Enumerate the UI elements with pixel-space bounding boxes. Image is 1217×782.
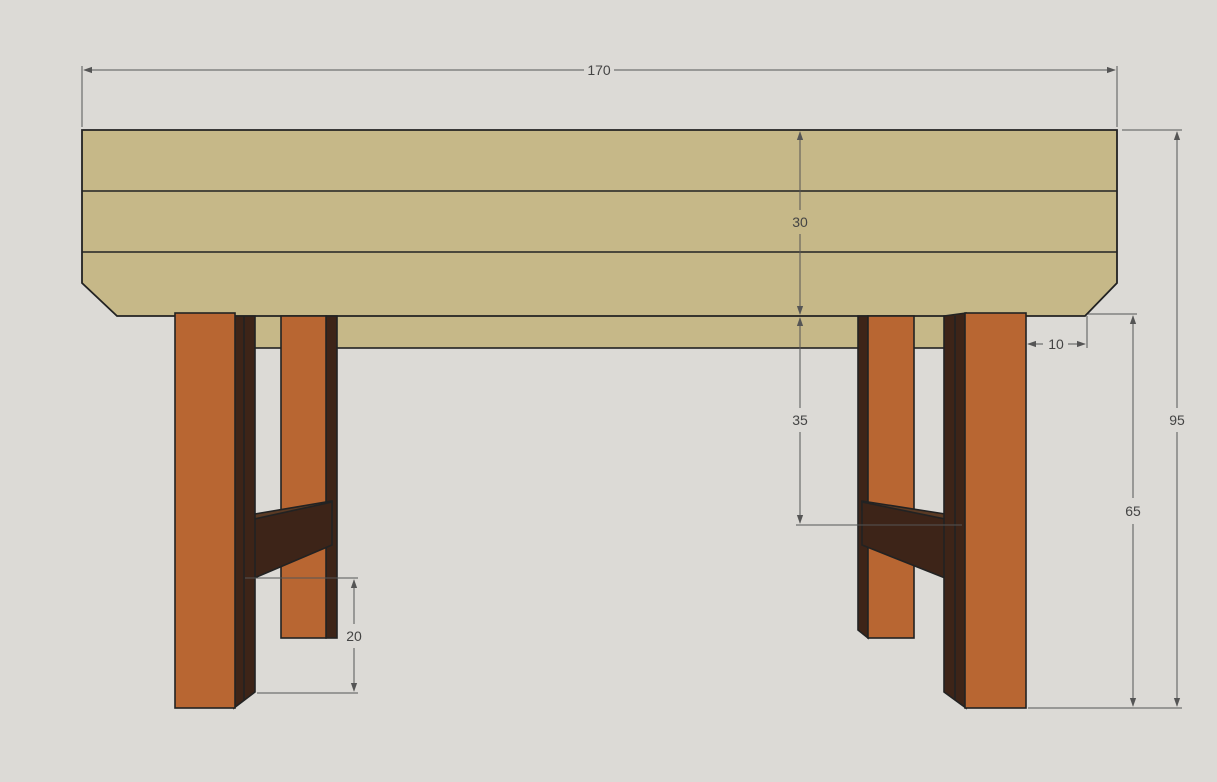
leg-height-label: 65	[1125, 503, 1141, 519]
overall-width-label: 170	[587, 62, 611, 78]
dimension-overall-height: 95	[1122, 129, 1185, 707]
stretcher-height-label: 35	[792, 412, 808, 428]
right-leg-assembly	[857, 312, 1027, 710]
right-front-leg	[964, 312, 1027, 709]
leg-inset-label: 10	[1048, 336, 1064, 352]
dimension-leg-inset: 10	[1027, 316, 1088, 352]
top-thickness-label: 30	[792, 214, 808, 230]
right-rear-leg	[867, 315, 915, 639]
apron-rail	[244, 311, 951, 349]
dimension-leg-height: 65	[1028, 313, 1182, 709]
stretcher-gap-label: 20	[346, 628, 362, 644]
right-rear-leg-side	[857, 315, 869, 640]
overall-height-label: 95	[1169, 412, 1185, 428]
left-rear-leg-side	[325, 315, 338, 639]
left-rear-leg	[280, 315, 327, 639]
bench-elevation-drawing: 170 30 35 10 65 95 20	[81, 62, 1185, 710]
top-slab	[81, 129, 1118, 317]
left-leg-assembly	[174, 312, 338, 710]
left-front-leg	[174, 312, 236, 709]
dimension-overall-width: 170	[81, 62, 1118, 127]
